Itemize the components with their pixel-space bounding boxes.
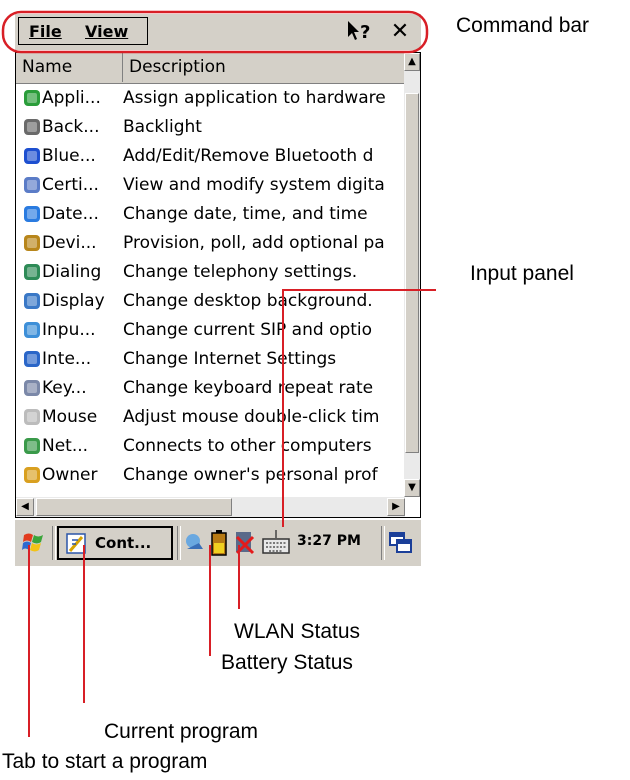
current-program-callout <box>83 545 85 703</box>
label-wlan-status: WLAN Status <box>234 620 361 643</box>
label-battery-status: Battery Status <box>221 651 353 674</box>
battery-callout <box>209 545 211 656</box>
label-start-program: Tab to start a program <box>2 750 208 773</box>
label-current-program: Current program <box>104 720 259 743</box>
label-input-panel: Input panel <box>470 262 574 285</box>
label-command-bar: Command bar <box>456 14 590 37</box>
input-panel-callout-v <box>282 289 284 527</box>
input-panel-callout-h <box>282 289 436 291</box>
wlan-callout <box>238 545 240 609</box>
start-callout <box>28 545 30 737</box>
command-bar-highlight <box>1 10 429 54</box>
